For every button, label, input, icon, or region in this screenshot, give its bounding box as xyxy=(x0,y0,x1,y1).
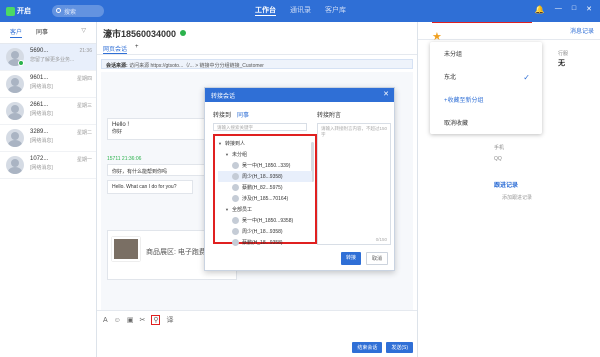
nav-contacts[interactable]: 通讯录 xyxy=(290,5,311,16)
tab-colleague[interactable]: 同事 xyxy=(237,110,249,119)
chat-tabs: 网页会话 + xyxy=(97,44,417,55)
composer-toolbar: A ☺ ▣ ✂ ⚲ 译 xyxy=(97,311,417,329)
product-image xyxy=(112,237,140,261)
end-session-button[interactable]: 结束会话 xyxy=(352,342,383,353)
chat-header: 濠市18560034000 xyxy=(97,22,417,44)
qq-label: QQ xyxy=(494,156,502,162)
followup-title: 跟进记录 xyxy=(494,183,519,189)
contact-item[interactable]: 2661... 星期三 [网络消息] xyxy=(0,98,96,125)
tree-node[interactable]: 周少(H_18...9358) xyxy=(218,226,312,237)
app-logo: 开启 xyxy=(6,6,31,16)
highlight-line xyxy=(432,22,532,23)
avatar xyxy=(6,129,24,147)
tree-node[interactable]: 涉及(H_185...70164) xyxy=(218,193,312,204)
right-tabs: 消息记录 xyxy=(418,22,600,40)
colleague-search-input[interactable]: 请输入搜索关键字 xyxy=(213,123,307,131)
tree-node[interactable]: 周少(H_18...9358) xyxy=(218,171,312,182)
close-icon[interactable]: ✕ xyxy=(586,5,592,14)
add-tab-button[interactable]: + xyxy=(135,44,139,54)
tree-node[interactable]: ▼ 未分组 xyxy=(218,149,312,160)
check-icon: ✓ xyxy=(523,73,530,82)
attach-label: 转接附言 xyxy=(317,113,342,119)
wechat-icon xyxy=(180,30,187,36)
contact-item[interactable]: 1072... 星期一 [网络消息] xyxy=(0,152,96,179)
nav-customers[interactable]: 客户库 xyxy=(325,5,346,16)
phone-label: 手机 xyxy=(494,145,505,151)
main-nav: 工作台 通讯录 客户库 xyxy=(255,5,346,16)
add-followup-link[interactable]: 添加跟进记录 xyxy=(502,194,532,201)
transfer-to-label: 转接到 xyxy=(213,113,232,119)
tree-node[interactable]: ▼ 转接到人 xyxy=(218,138,312,149)
search-input[interactable]: 搜索 xyxy=(52,5,104,17)
font-icon[interactable]: A xyxy=(103,317,108,324)
tab-web-session[interactable]: 网页会话 xyxy=(103,44,128,54)
tree-node[interactable]: 蔡鹏(H_18...9358) xyxy=(218,237,312,248)
ranking-value: 无 xyxy=(558,60,565,67)
window-controls: 🔔 — □ ✕ xyxy=(535,5,592,14)
avatar xyxy=(6,102,24,120)
tree-node[interactable]: 蔡鹏(H_82...5975) xyxy=(218,182,312,193)
search-icon xyxy=(56,8,61,13)
tab-customers[interactable]: 客户 xyxy=(10,27,23,38)
wechat-icon xyxy=(18,60,24,66)
ranking-label: 行服 xyxy=(558,51,569,57)
contact-list-panel: 客户 同事 ▽ 5690... 21:36 您留了解更多业务... 9601..… xyxy=(0,22,97,357)
cancel-button[interactable]: 取消 xyxy=(365,252,388,265)
tab-colleagues[interactable]: 同事 xyxy=(36,27,48,38)
minimize-icon[interactable]: — xyxy=(555,5,562,14)
nav-workbench[interactable]: 工作台 xyxy=(255,5,276,16)
favorite-group-menu: 未分组 东北 ✓ +收藏至新分组 取消收藏 xyxy=(430,42,542,134)
tree-node[interactable]: 吴一中(H_1850...9358) xyxy=(218,215,312,226)
menu-item-dongbei[interactable]: 东北 xyxy=(444,72,456,81)
filter-icon[interactable]: ▽ xyxy=(81,27,86,34)
session-source: 会话来源: 访问来源 https://gtsoto...（/... > 链接中分… xyxy=(101,59,413,69)
emoji-icon[interactable]: ☺ xyxy=(114,317,121,324)
dialog-footer: 转接 取消 xyxy=(340,252,388,265)
message-bubble: Hello. What can I do for you? xyxy=(107,180,193,194)
avatar xyxy=(6,75,24,93)
image-icon[interactable]: ▣ xyxy=(127,316,134,324)
menu-item-new-group[interactable]: +收藏至新分组 xyxy=(444,95,484,104)
attach-message-input[interactable]: 请输入转接附言内容，不超过150字 0/150 xyxy=(317,123,391,245)
maximize-icon[interactable]: □ xyxy=(572,5,576,14)
colleague-tree: ▼ 转接到人 ▼ 未分组 吴一中(H_1850...339) 周少(H_18...9… xyxy=(213,134,317,246)
send-button[interactable]: 发送(S) xyxy=(386,342,413,353)
composer: A ☺ ▣ ✂ ⚲ 译 结束会话 发送(S) xyxy=(97,310,417,357)
close-icon[interactable]: ✕ xyxy=(383,90,389,98)
bell-icon[interactable]: 🔔 xyxy=(535,5,545,14)
tree-node[interactable]: 吴一中(H_1850...339) xyxy=(218,160,312,171)
scissors-icon[interactable]: ✂ xyxy=(139,316,145,324)
translate-icon[interactable]: 译 xyxy=(166,315,173,325)
contact-item[interactable]: 5690... 21:36 您留了解更多业务... xyxy=(0,44,96,71)
dialog-title-bar: 转接会话 ✕ xyxy=(205,88,394,102)
contact-item[interactable]: 9601... 星期四 [网络消息] xyxy=(0,71,96,98)
avatar xyxy=(6,156,24,174)
transfer-icon[interactable]: ⚲ xyxy=(151,315,161,325)
send-bar: 结束会话 发送(S) xyxy=(352,342,413,353)
message-time: 15711 21:36:06 xyxy=(107,156,142,162)
top-bar: 开启 搜索 工作台 通讯录 客户库 🔔 — □ ✕ xyxy=(0,0,600,22)
chat-title: 濠市18560034000 xyxy=(103,28,177,39)
contact-item[interactable]: 3289... 星期二 [网络消息] xyxy=(0,125,96,152)
tab-message-history[interactable]: 消息记录 xyxy=(570,26,594,35)
menu-item-unfavorite[interactable]: 取消收藏 xyxy=(444,118,468,127)
transfer-dialog: 转接会话 ✕ 转接到 同事 转接附言 请输入搜索关键字 ▼ 转接到人 ▼ 未分组 吴… xyxy=(204,87,395,271)
message-bubble: 你好，有什么能帮到你吗 xyxy=(107,164,217,176)
tree-node[interactable]: ▼ 全部员工 xyxy=(218,204,312,215)
confirm-transfer-button[interactable]: 转接 xyxy=(340,252,361,265)
menu-item-ungrouped[interactable]: 未分组 xyxy=(444,49,462,58)
